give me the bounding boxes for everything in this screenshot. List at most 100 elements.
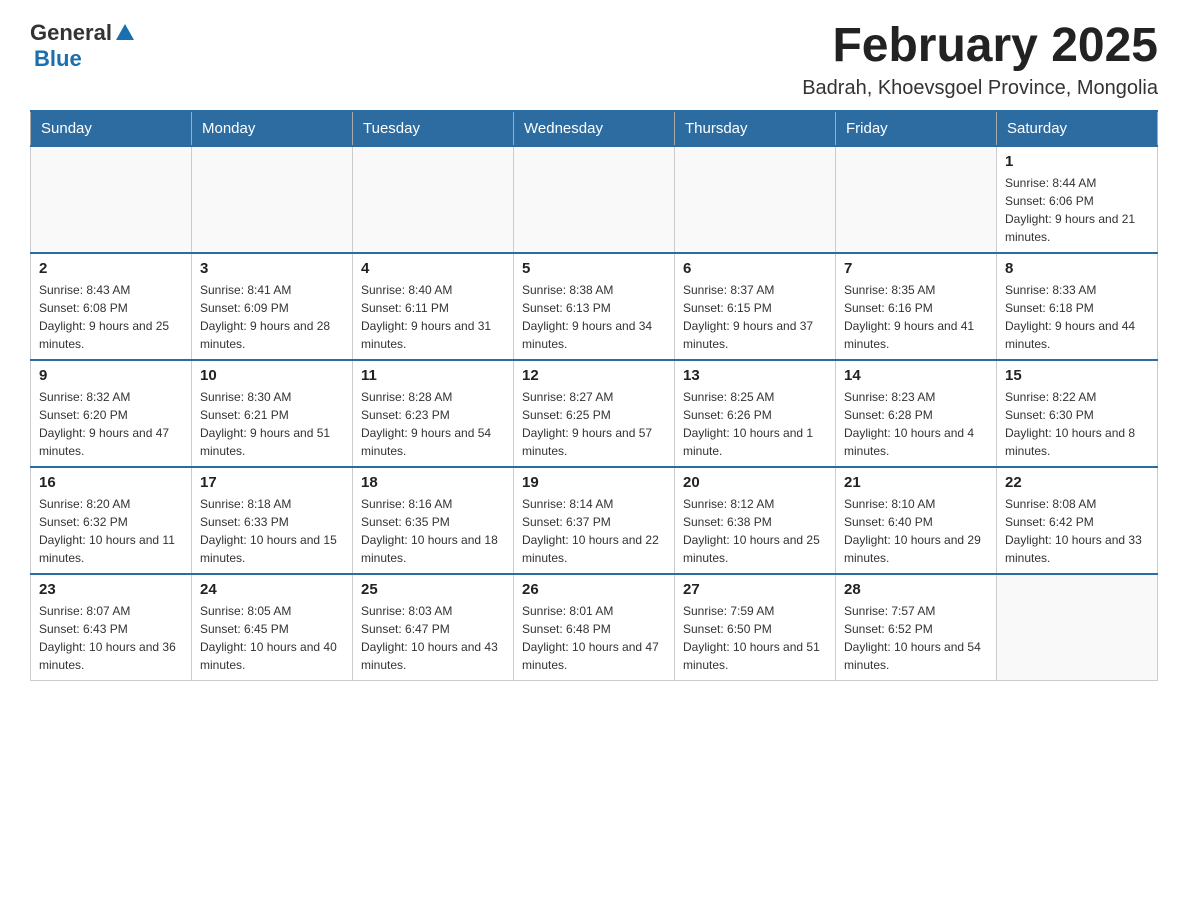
day-info: Sunrise: 8:22 AM Sunset: 6:30 PM Dayligh… <box>1005 388 1149 460</box>
day-number: 1 <box>1005 153 1149 170</box>
day-info: Sunrise: 8:28 AM Sunset: 6:23 PM Dayligh… <box>361 388 505 460</box>
calendar-cell: 20 Sunrise: 8:12 AM Sunset: 6:38 PM Dayli… <box>675 467 836 574</box>
day-number: 12 <box>522 367 666 384</box>
title-block: February 2025 Badrah, Khoevsgoel Provinc… <box>802 20 1158 100</box>
day-number: 16 <box>39 474 183 491</box>
calendar-cell: 13 Sunrise: 8:25 AM Sunset: 6:26 PM Dayli… <box>675 360 836 467</box>
day-info: Sunrise: 8:01 AM Sunset: 6:48 PM Dayligh… <box>522 602 666 674</box>
weekday-header-tuesday: Tuesday <box>353 111 514 146</box>
day-info: Sunrise: 8:37 AM Sunset: 6:15 PM Dayligh… <box>683 281 827 353</box>
calendar-cell: 28 Sunrise: 7:57 AM Sunset: 6:52 PM Dayli… <box>836 574 997 681</box>
day-number: 4 <box>361 260 505 277</box>
calendar-cell <box>997 574 1158 681</box>
day-info: Sunrise: 8:30 AM Sunset: 6:21 PM Dayligh… <box>200 388 344 460</box>
day-info: Sunrise: 8:35 AM Sunset: 6:16 PM Dayligh… <box>844 281 988 353</box>
day-info: Sunrise: 7:57 AM Sunset: 6:52 PM Dayligh… <box>844 602 988 674</box>
weekday-header-friday: Friday <box>836 111 997 146</box>
day-number: 24 <box>200 581 344 598</box>
calendar-week-row: 1 Sunrise: 8:44 AM Sunset: 6:06 PM Daylig… <box>31 146 1158 253</box>
calendar-cell: 19Sunrise: 8:14 AM Sunset: 6:37 PM Dayli… <box>514 467 675 574</box>
calendar-cell: 6 Sunrise: 8:37 AM Sunset: 6:15 PM Daylig… <box>675 253 836 360</box>
calendar-cell: 1 Sunrise: 8:44 AM Sunset: 6:06 PM Daylig… <box>997 146 1158 253</box>
day-number: 8 <box>1005 260 1149 277</box>
calendar-cell: 27 Sunrise: 7:59 AM Sunset: 6:50 PM Dayli… <box>675 574 836 681</box>
day-number: 3 <box>200 260 344 277</box>
weekday-header-saturday: Saturday <box>997 111 1158 146</box>
day-number: 14 <box>844 367 988 384</box>
day-info: Sunrise: 8:32 AM Sunset: 6:20 PM Dayligh… <box>39 388 183 460</box>
day-number: 6 <box>683 260 827 277</box>
calendar-cell: 24 Sunrise: 8:05 AM Sunset: 6:45 PM Dayli… <box>192 574 353 681</box>
calendar-cell: 3Sunrise: 8:41 AM Sunset: 6:09 PM Daylig… <box>192 253 353 360</box>
day-info: Sunrise: 8:20 AM Sunset: 6:32 PM Dayligh… <box>39 495 183 567</box>
day-number: 7 <box>844 260 988 277</box>
calendar-header-row: SundayMondayTuesdayWednesdayThursdayFrid… <box>31 111 1158 146</box>
day-number: 25 <box>361 581 505 598</box>
day-number: 20 <box>683 474 827 491</box>
calendar-cell: 18 Sunrise: 8:16 AM Sunset: 6:35 PM Dayli… <box>353 467 514 574</box>
logo-blue: Blue <box>34 46 82 72</box>
day-info: Sunrise: 8:33 AM Sunset: 6:18 PM Dayligh… <box>1005 281 1149 353</box>
month-title: February 2025 <box>802 20 1158 73</box>
calendar-week-row: 16 Sunrise: 8:20 AM Sunset: 6:32 PM Dayli… <box>31 467 1158 574</box>
calendar-cell <box>514 146 675 253</box>
logo: General Blue <box>30 20 136 72</box>
weekday-header-sunday: Sunday <box>31 111 192 146</box>
day-info: Sunrise: 8:38 AM Sunset: 6:13 PM Dayligh… <box>522 281 666 353</box>
day-number: 18 <box>361 474 505 491</box>
calendar-cell: 9 Sunrise: 8:32 AM Sunset: 6:20 PM Daylig… <box>31 360 192 467</box>
day-number: 23 <box>39 581 183 598</box>
day-number: 28 <box>844 581 988 598</box>
calendar-cell: 23 Sunrise: 8:07 AM Sunset: 6:43 PM Dayli… <box>31 574 192 681</box>
calendar-cell: 26 Sunrise: 8:01 AM Sunset: 6:48 PM Dayli… <box>514 574 675 681</box>
calendar-cell: 16 Sunrise: 8:20 AM Sunset: 6:32 PM Dayli… <box>31 467 192 574</box>
day-info: Sunrise: 8:25 AM Sunset: 6:26 PM Dayligh… <box>683 388 827 460</box>
day-info: Sunrise: 8:27 AM Sunset: 6:25 PM Dayligh… <box>522 388 666 460</box>
day-info: Sunrise: 8:12 AM Sunset: 6:38 PM Dayligh… <box>683 495 827 567</box>
day-number: 2 <box>39 260 183 277</box>
day-info: Sunrise: 8:07 AM Sunset: 6:43 PM Dayligh… <box>39 602 183 674</box>
day-info: Sunrise: 8:44 AM Sunset: 6:06 PM Dayligh… <box>1005 174 1149 246</box>
calendar-cell: 7 Sunrise: 8:35 AM Sunset: 6:16 PM Daylig… <box>836 253 997 360</box>
day-info: Sunrise: 8:16 AM Sunset: 6:35 PM Dayligh… <box>361 495 505 567</box>
day-number: 13 <box>683 367 827 384</box>
location-title: Badrah, Khoevsgoel Province, Mongolia <box>802 77 1158 100</box>
calendar-cell: 12 Sunrise: 8:27 AM Sunset: 6:25 PM Dayli… <box>514 360 675 467</box>
day-info: Sunrise: 8:05 AM Sunset: 6:45 PM Dayligh… <box>200 602 344 674</box>
day-info: Sunrise: 8:43 AM Sunset: 6:08 PM Dayligh… <box>39 281 183 353</box>
day-info: Sunrise: 8:10 AM Sunset: 6:40 PM Dayligh… <box>844 495 988 567</box>
page-header: General Blue February 2025 Badrah, Khoev… <box>30 20 1158 100</box>
calendar-week-row: 9 Sunrise: 8:32 AM Sunset: 6:20 PM Daylig… <box>31 360 1158 467</box>
day-info: Sunrise: 8:03 AM Sunset: 6:47 PM Dayligh… <box>361 602 505 674</box>
day-number: 9 <box>39 367 183 384</box>
day-info: Sunrise: 7:59 AM Sunset: 6:50 PM Dayligh… <box>683 602 827 674</box>
calendar-cell: 11 Sunrise: 8:28 AM Sunset: 6:23 PM Dayli… <box>353 360 514 467</box>
calendar-cell: 2 Sunrise: 8:43 AM Sunset: 6:08 PM Daylig… <box>31 253 192 360</box>
day-number: 19 <box>522 474 666 491</box>
day-number: 26 <box>522 581 666 598</box>
calendar-cell: 14 Sunrise: 8:23 AM Sunset: 6:28 PM Dayli… <box>836 360 997 467</box>
calendar-cell <box>31 146 192 253</box>
calendar-week-row: 23 Sunrise: 8:07 AM Sunset: 6:43 PM Dayli… <box>31 574 1158 681</box>
calendar-week-row: 2 Sunrise: 8:43 AM Sunset: 6:08 PM Daylig… <box>31 253 1158 360</box>
day-number: 17 <box>200 474 344 491</box>
calendar-cell <box>675 146 836 253</box>
calendar-cell: 10Sunrise: 8:30 AM Sunset: 6:21 PM Dayli… <box>192 360 353 467</box>
day-info: Sunrise: 8:08 AM Sunset: 6:42 PM Dayligh… <box>1005 495 1149 567</box>
calendar-cell <box>353 146 514 253</box>
calendar-cell: 15Sunrise: 8:22 AM Sunset: 6:30 PM Dayli… <box>997 360 1158 467</box>
logo-triangle-icon <box>114 22 136 44</box>
day-info: Sunrise: 8:18 AM Sunset: 6:33 PM Dayligh… <box>200 495 344 567</box>
day-number: 11 <box>361 367 505 384</box>
calendar-cell <box>836 146 997 253</box>
weekday-header-thursday: Thursday <box>675 111 836 146</box>
day-info: Sunrise: 8:40 AM Sunset: 6:11 PM Dayligh… <box>361 281 505 353</box>
logo-general: General <box>30 20 112 46</box>
day-number: 27 <box>683 581 827 598</box>
day-info: Sunrise: 8:23 AM Sunset: 6:28 PM Dayligh… <box>844 388 988 460</box>
calendar-cell: 4 Sunrise: 8:40 AM Sunset: 6:11 PM Daylig… <box>353 253 514 360</box>
day-number: 22 <box>1005 474 1149 491</box>
weekday-header-wednesday: Wednesday <box>514 111 675 146</box>
calendar-cell: 21Sunrise: 8:10 AM Sunset: 6:40 PM Dayli… <box>836 467 997 574</box>
calendar-cell <box>192 146 353 253</box>
